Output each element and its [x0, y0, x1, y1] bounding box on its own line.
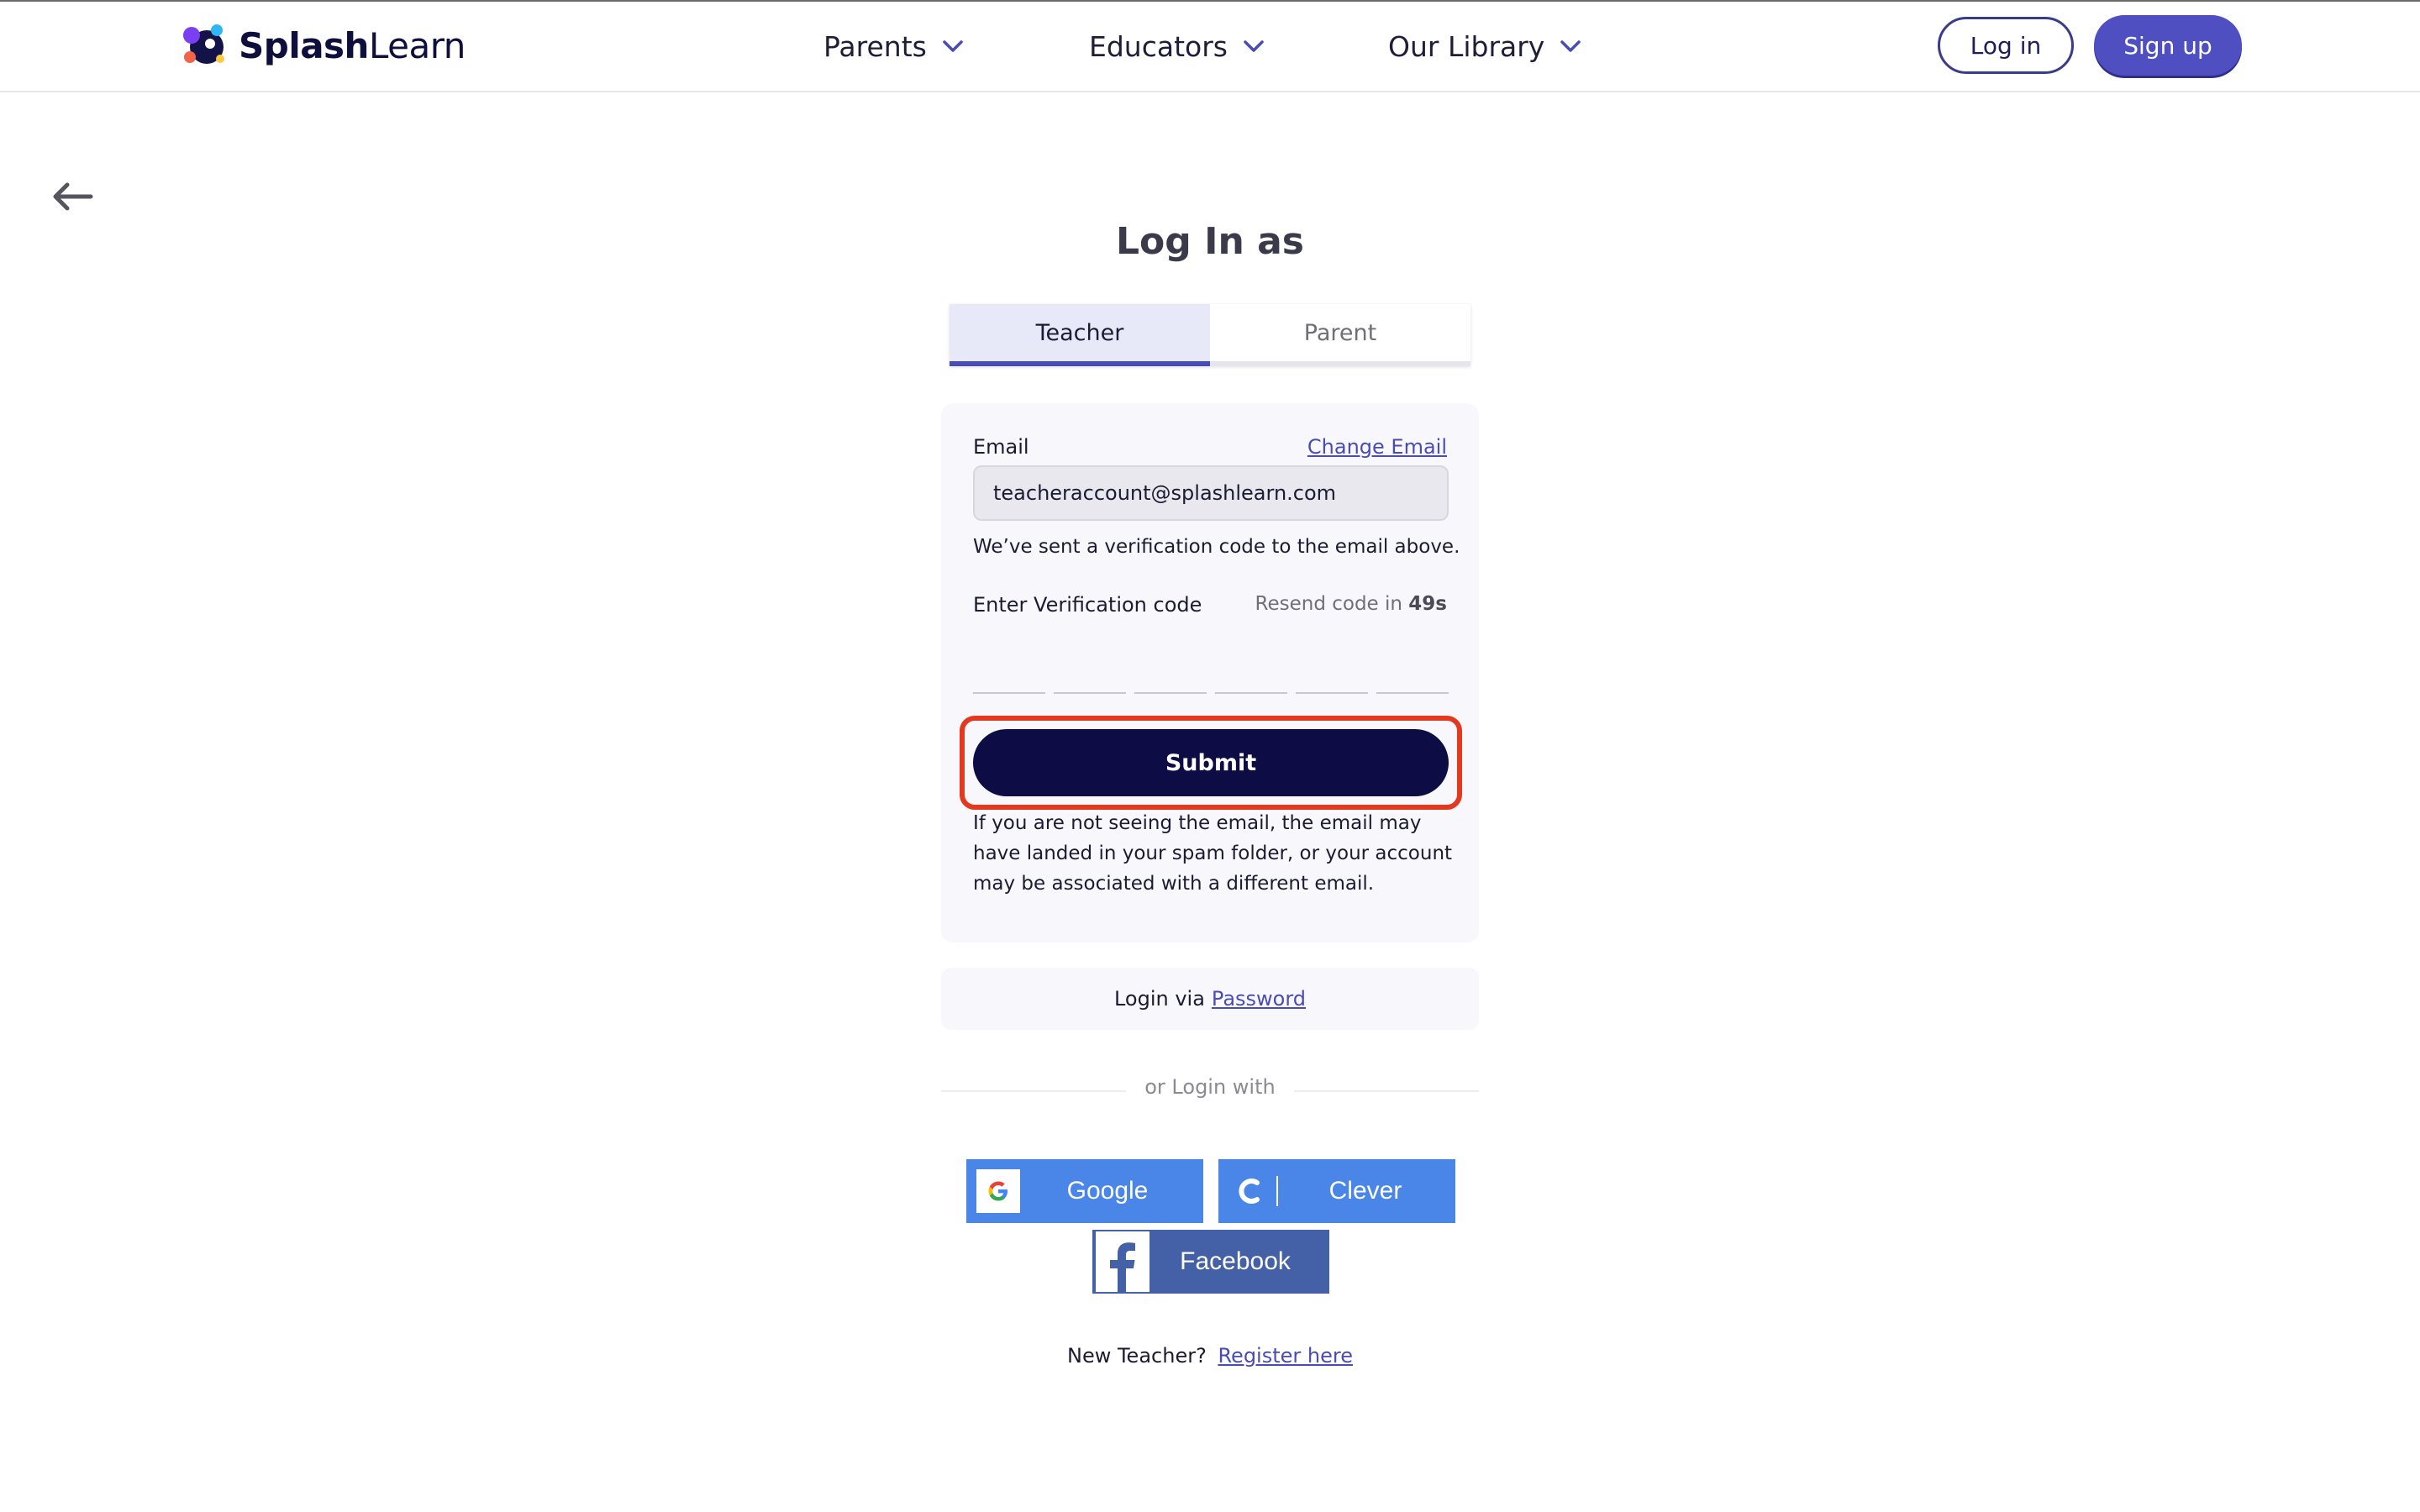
header-signup-button[interactable]: Sign up — [2094, 15, 2242, 76]
role-tabs: Teacher Parent — [950, 304, 1470, 366]
register-prompt: New Teacher? Register here — [958, 1344, 1462, 1368]
splashlearn-logo-icon — [183, 24, 224, 64]
code-digit-input[interactable] — [1296, 647, 1368, 694]
clever-icon — [1234, 1169, 1284, 1213]
code-digit-input[interactable] — [1134, 647, 1207, 694]
tab-teacher[interactable]: Teacher — [950, 304, 1210, 366]
code-digit-input[interactable] — [1054, 647, 1126, 694]
login-via-password: Login via Password — [941, 968, 1479, 1030]
facebook-login-button[interactable]: Facebook — [1092, 1230, 1329, 1294]
splashlearn-logo[interactable]: SplashLearn — [176, 18, 466, 74]
clever-label: Clever — [1328, 1177, 1402, 1205]
email-label: Email — [973, 435, 1029, 459]
facebook-label: Facebook — [1180, 1247, 1291, 1275]
code-digit-input[interactable] — [1376, 647, 1449, 694]
google-icon — [976, 1169, 1020, 1213]
nav-our-library-label: Our Library — [1388, 29, 1545, 63]
page-title: Log In as — [1116, 220, 1304, 263]
new-teacher-label: New Teacher? — [1067, 1344, 1207, 1368]
spam-note: If you are not seeing the email, the ema… — [973, 812, 1453, 895]
password-link[interactable]: Password — [1212, 987, 1306, 1011]
google-label: Google — [1066, 1177, 1149, 1205]
logo-wordmark: SplashLearn — [239, 25, 466, 66]
header-login-button[interactable]: Log in — [1938, 17, 2074, 74]
or-login-with-label: or Login with — [1126, 1075, 1294, 1099]
chevron-down-icon — [1560, 40, 1581, 52]
register-here-link[interactable]: Register here — [1218, 1344, 1353, 1368]
nav-parents-label: Parents — [823, 29, 927, 63]
verification-code-inputs — [973, 647, 1449, 694]
google-login-button[interactable]: Google — [966, 1159, 1203, 1223]
nav-parents[interactable]: Parents — [823, 25, 967, 67]
tab-parent[interactable]: Parent — [1210, 304, 1470, 366]
verification-code-label: Enter Verification code — [973, 593, 1202, 617]
change-email-link[interactable]: Change Email — [1307, 435, 1447, 459]
back-arrow-icon[interactable] — [49, 178, 96, 215]
code-digit-input[interactable] — [973, 647, 1045, 694]
chevron-down-icon — [1244, 40, 1264, 52]
clever-login-button[interactable]: Clever — [1218, 1159, 1455, 1223]
chevron-down-icon — [943, 40, 963, 52]
verification-sent-message: We’ve sent a verification code to the em… — [973, 536, 1460, 558]
resend-seconds: 49s — [1408, 593, 1447, 615]
resend-timer: Resend code in 49s — [1255, 593, 1447, 615]
code-digit-input[interactable] — [1215, 647, 1287, 694]
site-header: SplashLearn Parents Educators Our Librar… — [0, 2, 2420, 92]
nav-educators-label: Educators — [1089, 29, 1228, 63]
nav-educators[interactable]: Educators — [1089, 25, 1268, 67]
nav-our-library[interactable]: Our Library — [1388, 25, 1585, 67]
email-field[interactable] — [973, 465, 1449, 521]
login-via-label: Login via — [1113, 987, 1205, 1011]
submit-button[interactable]: Submit — [973, 729, 1449, 796]
resend-prefix: Resend code in — [1255, 593, 1402, 615]
facebook-icon — [1096, 1231, 1150, 1292]
